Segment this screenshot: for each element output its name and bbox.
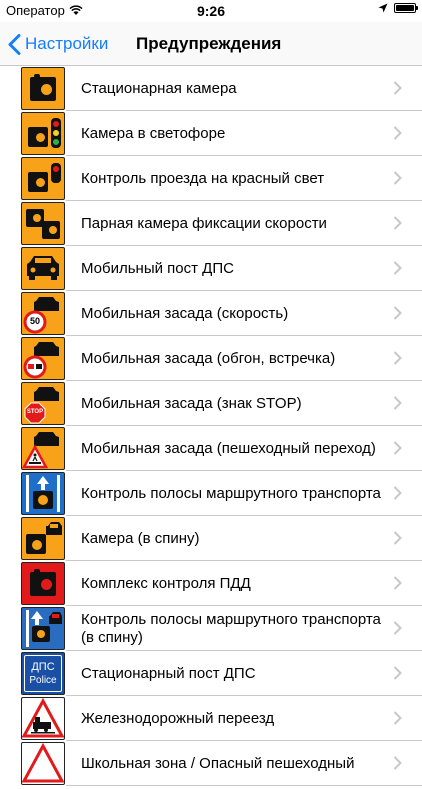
chevron-right-icon (393, 621, 402, 635)
chevron-right-icon (393, 261, 402, 275)
mobile-overtaking-ambush-icon (21, 337, 65, 380)
list-item-traffic-rules-complex[interactable]: Комплекс контроля ПДД (0, 561, 422, 606)
list-item-bus-lane-control[interactable]: Контроль полосы маршрутного транспорта (0, 471, 422, 516)
page-title: Предупреждения (136, 34, 282, 53)
list-item-traffic-light-camera[interactable]: Камера в светофоре (0, 111, 422, 156)
mobile-stop-sign-ambush-icon: STOP (21, 382, 65, 425)
chevron-right-icon (393, 216, 402, 230)
chevron-right-icon (393, 441, 402, 455)
police-icon-line1: ДПС (31, 661, 55, 673)
list-item-label: Контроль полосы маршрутного транспорта (… (81, 610, 381, 646)
list-item-label: Камера в светофоре (81, 124, 226, 142)
navigation-bar: Настройки Предупреждения (0, 22, 422, 66)
status-bar: Оператор 9:26 (0, 0, 422, 22)
list-item-school-zone[interactable]: Школьная зона / Опасный пешеходный (0, 741, 422, 786)
chevron-right-icon (393, 576, 402, 590)
red-light-control-icon (21, 157, 65, 200)
chevron-right-icon (393, 351, 402, 365)
location-arrow-icon (378, 3, 388, 13)
chevron-left-icon (8, 33, 21, 55)
list-item-mobile-crosswalk-ambush[interactable]: Мобильная засада (пешеходный переход) (0, 426, 422, 471)
list-item-label: Камера (в спину) (81, 529, 200, 547)
chevron-right-icon (393, 81, 402, 95)
chevron-right-icon (393, 306, 402, 320)
battery-icon (394, 3, 418, 13)
status-right (378, 3, 418, 13)
list-item-label: Парная камера фиксации скорости (81, 214, 327, 232)
list-item-stationary-police-post[interactable]: ДПС Police Стационарный пост ДПС (0, 651, 422, 696)
bus-lane-control-icon (21, 472, 65, 515)
chevron-right-icon (393, 126, 402, 140)
list-item-label: Стационарная камера (81, 79, 237, 97)
mobile-crosswalk-ambush-icon (21, 427, 65, 470)
bus-lane-rear-control-icon (21, 607, 65, 650)
list-item-label: Контроль проезда на красный свет (81, 169, 325, 187)
back-button[interactable]: Настройки (8, 22, 108, 66)
list-item-label: Контроль полосы маршрутного транспорта (81, 484, 381, 502)
list-item-label: Стационарный пост ДПС (81, 664, 256, 682)
stationary-police-post-icon: ДПС Police (21, 652, 65, 695)
list-item-paired-speed-camera[interactable]: Парная камера фиксации скорости (0, 201, 422, 246)
school-zone-icon (21, 742, 65, 785)
list-item-mobile-stop-ambush[interactable]: STOP Мобильная засада (знак STOP) (0, 381, 422, 426)
mobile-police-post-icon (21, 247, 65, 290)
rear-camera-icon (21, 517, 65, 560)
chevron-right-icon (393, 171, 402, 185)
speed-limit-label: 50 (29, 316, 40, 326)
chevron-right-icon (393, 711, 402, 725)
status-time: 9:26 (196, 3, 226, 19)
back-button-label: Настройки (25, 34, 109, 53)
paired-speed-camera-icon (21, 202, 65, 245)
stationary-camera-icon (21, 67, 65, 110)
chevron-right-icon (393, 666, 402, 680)
list-item-railway-crossing[interactable]: Железнодорожный переезд (0, 696, 422, 741)
chevron-right-icon (393, 531, 402, 545)
list-item-label: Мобильная засада (обгон, встречка) (81, 349, 336, 367)
police-icon-line2: Police (29, 675, 57, 686)
list-item-label: Мобильная засада (пешеходный переход) (81, 439, 376, 457)
list-item-mobile-overtaking-ambush[interactable]: Мобильная засада (обгон, встречка) (0, 336, 422, 381)
chevron-right-icon (393, 756, 402, 770)
list-item-stationary-camera[interactable]: Стационарная камера (0, 66, 422, 111)
list-item-label: Железнодорожный переезд (81, 709, 275, 727)
stop-sign-label: STOP (26, 409, 44, 415)
chevron-right-icon (393, 486, 402, 500)
railway-crossing-icon (21, 697, 65, 740)
list-item-mobile-police-post[interactable]: Мобильный пост ДПС (0, 246, 422, 291)
list-item-label: Школьная зона / Опасный пешеходный (81, 754, 355, 772)
traffic-rules-complex-icon (21, 562, 65, 605)
list-item-mobile-speed-ambush[interactable]: 50 Мобильная засада (скорость) (0, 291, 422, 336)
list-item-label: Мобильная засада (знак STOP) (81, 394, 302, 412)
warnings-list: Стационарная камера Камера в светофоре К… (0, 66, 422, 786)
chevron-right-icon (393, 396, 402, 410)
list-item-label: Комплекс контроля ПДД (81, 574, 251, 592)
list-item-rear-camera[interactable]: Камера (в спину) (0, 516, 422, 561)
mobile-speed-ambush-icon: 50 (21, 292, 65, 335)
list-item-label: Мобильный пост ДПС (81, 259, 234, 277)
traffic-light-camera-icon (21, 112, 65, 155)
list-item-red-light-control[interactable]: Контроль проезда на красный свет (0, 156, 422, 201)
list-item-label: Мобильная засада (скорость) (81, 304, 289, 322)
list-item-bus-lane-rear-control[interactable]: Контроль полосы маршрутного транспорта (… (0, 606, 422, 651)
